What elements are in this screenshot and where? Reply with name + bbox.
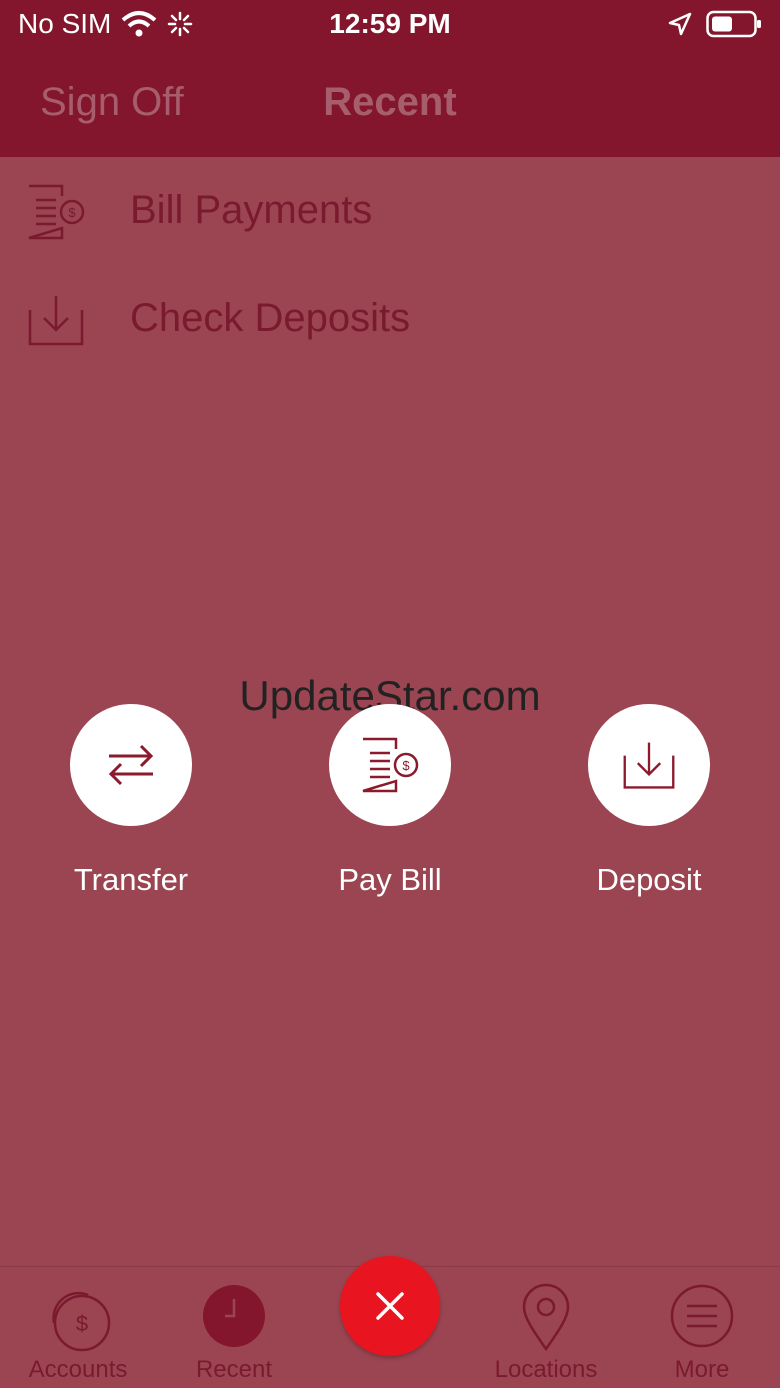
tab-label: Recent: [195, 1356, 273, 1383]
status-right: [668, 10, 762, 38]
tab-locations[interactable]: Locations: [468, 1267, 624, 1388]
page-title: Recent: [323, 80, 457, 124]
tab-more[interactable]: More: [624, 1267, 780, 1388]
svg-text:$: $: [68, 205, 76, 220]
battery-icon: [706, 10, 761, 38]
deposit-icon: [28, 296, 84, 346]
list-item-bill-payments[interactable]: $ Bill Payments: [0, 160, 780, 260]
list-item-label: Bill Payments: [130, 187, 373, 232]
navigation-bar: Sign Off Recent: [0, 52, 780, 157]
menu-icon: [670, 1284, 734, 1348]
tab-recent[interactable]: Recent: [156, 1267, 312, 1388]
location-arrow-icon: [668, 12, 692, 36]
accounts-icon: $: [52, 1291, 111, 1352]
close-icon: [376, 1292, 404, 1320]
tab-accounts[interactable]: $ Accounts: [0, 1267, 156, 1388]
status-bar: No SIM 12:59 PM: [0, 0, 780, 52]
svg-text:$: $: [402, 758, 410, 773]
tab-label: Locations: [494, 1356, 598, 1383]
bill-icon: $: [362, 737, 419, 793]
transfer-button[interactable]: [70, 704, 192, 826]
tab-label: More: [674, 1356, 730, 1383]
transfer-label: Transfer: [73, 862, 189, 897]
tab-label: Accounts: [28, 1356, 128, 1383]
bill-icon: $: [28, 184, 85, 240]
svg-text:$: $: [76, 1311, 88, 1336]
deposit-label: Deposit: [596, 862, 702, 897]
close-button[interactable]: [340, 1256, 440, 1356]
location-pin-icon: [522, 1283, 570, 1352]
pay-bill-button[interactable]: $: [329, 704, 451, 826]
deposit-button[interactable]: [588, 704, 710, 826]
list-item-check-deposits[interactable]: Check Deposits: [0, 268, 780, 368]
pay-bill-label: Pay Bill: [338, 862, 442, 897]
transfer-icon: [108, 744, 154, 786]
clock: 12:59 PM: [329, 8, 451, 39]
deposit-action[interactable]: Deposit: [588, 704, 710, 897]
deposit-icon: [623, 742, 675, 789]
pay-bill-action[interactable]: $ Pay Bill: [329, 704, 451, 897]
clock-icon: [203, 1285, 265, 1347]
transfer-action[interactable]: Transfer: [70, 704, 192, 897]
list-item-label: Check Deposits: [130, 295, 411, 340]
